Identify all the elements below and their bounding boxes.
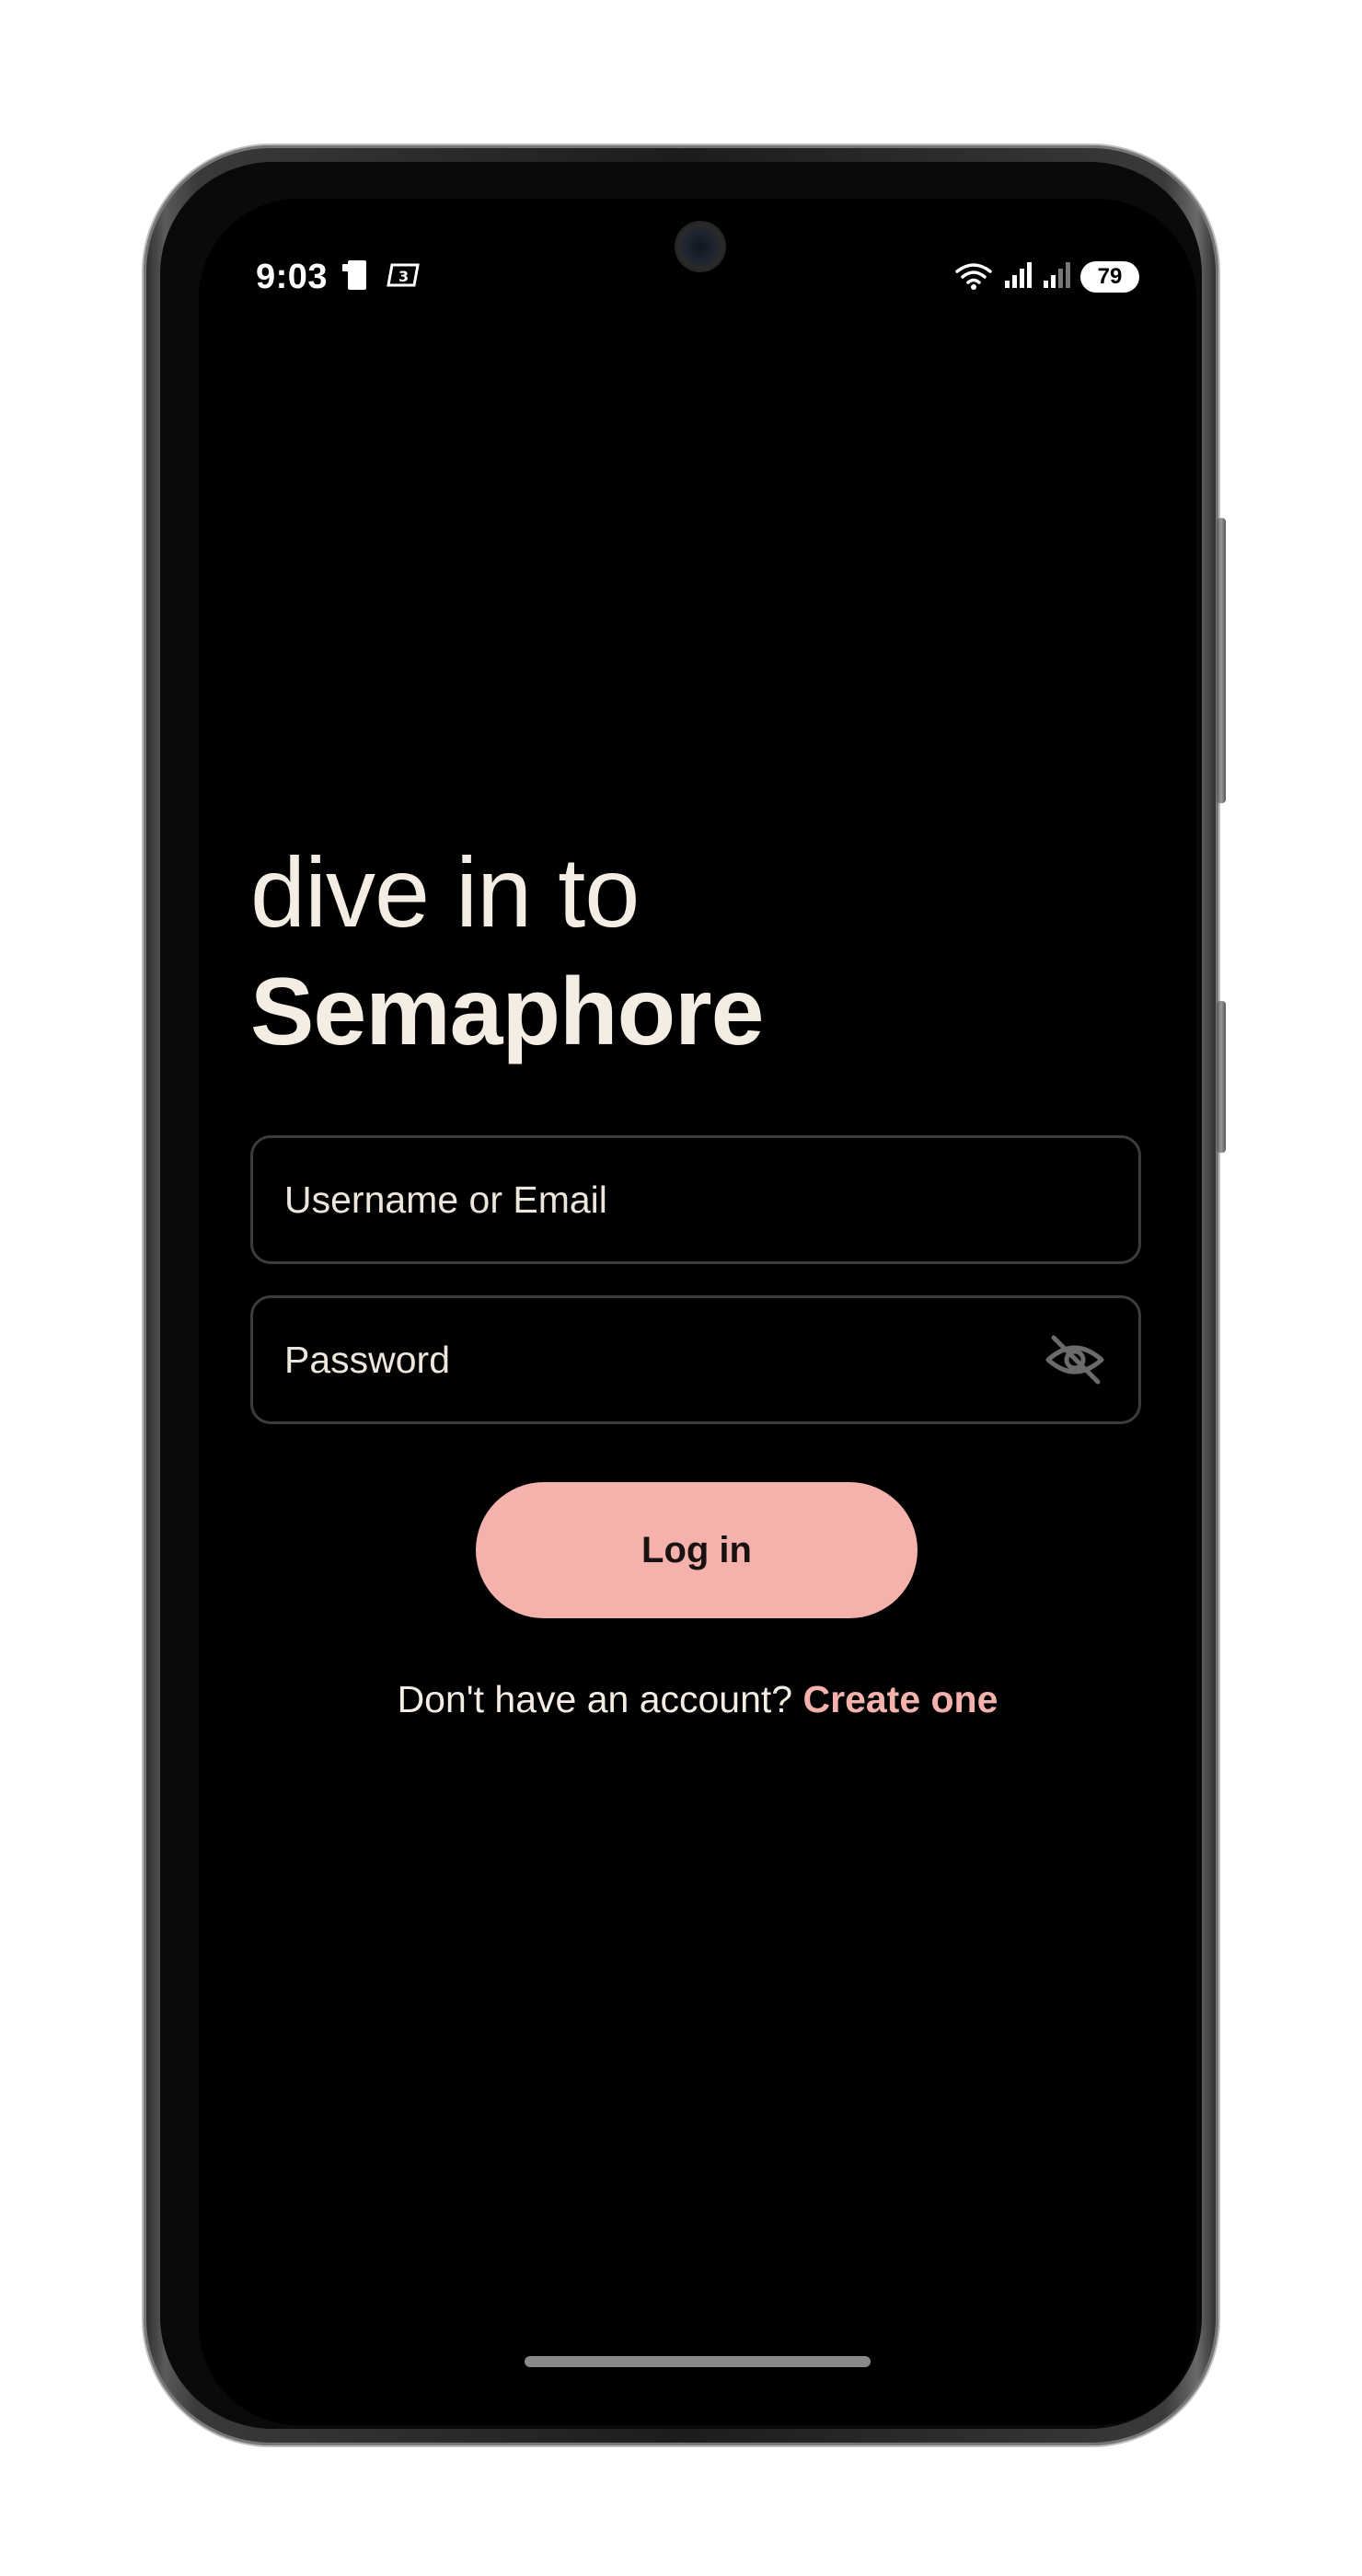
signal-icon [1042,260,1071,294]
notification-icon [340,257,374,298]
volume-button [1217,518,1226,803]
create-account-link[interactable]: Create one [803,1678,998,1720]
home-indicator[interactable] [525,2356,871,2367]
signup-row: Don't have an account? Create one [199,1678,1196,1721]
username-field[interactable]: Username or Email [250,1135,1141,1264]
password-placeholder: Password [284,1338,451,1381]
status-bar-right: 79 [953,259,1139,296]
battery-indicator: 79 [1080,261,1139,293]
phone-bezel: 9:03 3 79 dive in to Semaphore Username … [160,162,1202,2429]
phone-frame: 9:03 3 79 dive in to Semaphore Username … [144,145,1226,2445]
svg-text:3: 3 [398,268,409,285]
status-time: 9:03 [256,257,329,296]
password-field[interactable]: Password [250,1295,1141,1424]
eye-off-icon[interactable] [1043,1328,1107,1392]
wifi-icon [953,259,994,296]
power-button [1217,1001,1226,1153]
app-title: Semaphore [250,959,764,1065]
signal-icon [1003,260,1033,294]
status-bar-left: 9:03 3 [256,257,423,298]
status-bar: 9:03 3 79 [256,254,1139,300]
signup-prompt: Don't have an account? [397,1678,803,1720]
sim-card-icon: 3 [387,261,423,293]
app-screen: 9:03 3 79 dive in to Semaphore Username … [199,199,1196,2425]
login-button[interactable]: Log in [476,1482,918,1618]
headline-subtitle: dive in to [250,836,640,948]
username-placeholder: Username or Email [284,1178,607,1221]
